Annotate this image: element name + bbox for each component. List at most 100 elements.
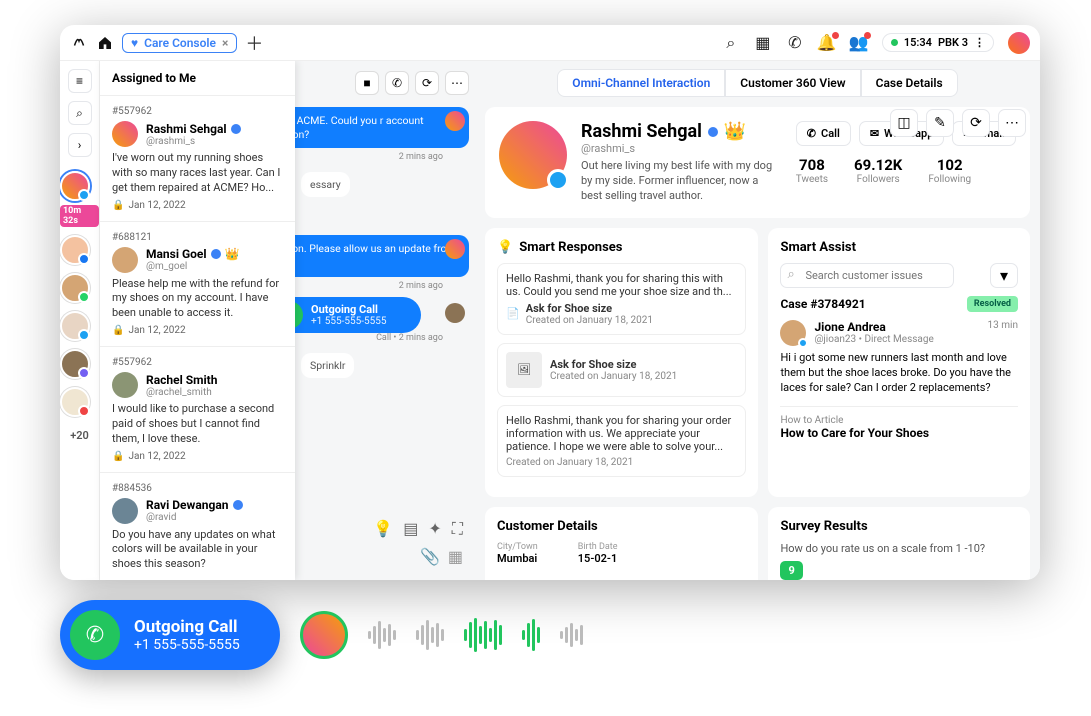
- case-id: #688121: [112, 232, 283, 243]
- timer-badge: 10m 32s: [60, 205, 99, 227]
- message-avatar: [445, 303, 465, 323]
- assigned-panel: Assigned to Me #557962 Rashmi Sehgal@ras…: [100, 61, 295, 580]
- call-pill[interactable]: ✆ Outgoing Call+1 555-555-5555: [60, 600, 280, 670]
- tab-omni[interactable]: Omni-Channel Interaction: [557, 69, 725, 97]
- waveform-icon: [560, 623, 583, 647]
- rail-avatar[interactable]: [60, 273, 90, 303]
- refresh-icon[interactable]: ⟳: [415, 71, 439, 95]
- assist-post: Jione Andrea@jioan23 • Direct Message 13…: [780, 320, 1018, 396]
- detail-tabs: Omni-Channel Interaction Customer 360 Vi…: [485, 69, 1030, 97]
- more-icon[interactable]: ⋯: [998, 109, 1026, 137]
- waveform-icon: [368, 621, 396, 649]
- message-avatar: [445, 111, 465, 131]
- phone-icon[interactable]: ✆: [786, 34, 804, 52]
- message-time: 2 mins ago: [301, 281, 443, 291]
- expand-icon[interactable]: ⛶: [452, 519, 463, 539]
- more-icon[interactable]: ⋯: [445, 71, 469, 95]
- doc-icon: 📄: [506, 307, 520, 320]
- home-icon[interactable]: [96, 34, 114, 52]
- assist-search-input[interactable]: [780, 263, 954, 288]
- smart-assist-card: Smart Assist ▾ Case #3784921 Resolved Jio…: [768, 228, 1030, 497]
- case-card[interactable]: #884536 Ravi Dewangan@ravid Do you have …: [100, 472, 295, 580]
- filter-icon[interactable]: ▾: [990, 263, 1018, 288]
- workspace-tab[interactable]: ♥ Care Console ×: [122, 33, 237, 53]
- profile-name: Rashmi Sehgal: [581, 121, 702, 142]
- verified-icon: [233, 500, 243, 510]
- smart-assist-title: Smart Assist: [780, 240, 1018, 255]
- left-rail: ≡ ⌕ › 10m 32s +20: [60, 61, 100, 580]
- case-card[interactable]: #557962 Rashmi Sehgal@rashmi_s I've worn…: [100, 95, 295, 221]
- survey-card: Survey Results How do you rate us on a s…: [768, 507, 1030, 580]
- response-item[interactable]: Hello Rashmi, thank you for sharing this…: [497, 263, 746, 335]
- status-dot-icon: [891, 39, 898, 46]
- phone-icon: ✆: [86, 623, 104, 648]
- profile-handle: @rashmi_s: [581, 142, 782, 155]
- resolved-badge: Resolved: [967, 296, 1018, 312]
- response-item[interactable]: 🖼 Ask for Shoe sizeCreated on January 18…: [497, 343, 746, 397]
- call-icon[interactable]: ✆: [385, 71, 409, 95]
- response-item[interactable]: Hello Rashmi, thank you for sharing your…: [497, 405, 746, 477]
- lock-icon: 🔒: [112, 451, 124, 462]
- smart-responses-card: 💡Smart Responses Hello Rashmi, thank you…: [485, 228, 758, 497]
- bulb-icon[interactable]: 💡: [373, 519, 393, 539]
- case-card[interactable]: #557962 Rachel Smith@rachel_smith I woul…: [100, 346, 295, 472]
- image-thumb-icon: 🖼: [506, 352, 542, 388]
- brand-icon[interactable]: ✦: [428, 519, 441, 539]
- status-pill[interactable]: 15:34 PBK 3 ⋮: [882, 33, 994, 52]
- template-icon[interactable]: ▦: [448, 547, 463, 566]
- call-button[interactable]: ✆Call: [796, 121, 851, 146]
- note-icon[interactable]: ▤: [403, 519, 418, 539]
- status-station: PBK 3: [938, 36, 968, 49]
- incoming-message: Sprinklr: [301, 353, 354, 378]
- people-icon[interactable]: 👥: [850, 34, 868, 52]
- phone-icon: ✆: [807, 127, 816, 140]
- rail-avatar[interactable]: [60, 349, 90, 379]
- heart-icon: ♥: [131, 36, 138, 50]
- rail-search-icon[interactable]: ⌕: [68, 101, 92, 125]
- more-count[interactable]: +20: [70, 429, 89, 442]
- incoming-message: essary: [301, 172, 350, 197]
- rail-avatar[interactable]: [60, 387, 90, 417]
- crown-icon: 👑: [225, 247, 240, 261]
- rail-avatar[interactable]: [60, 171, 90, 201]
- crown-icon: 👑: [724, 121, 746, 142]
- tab-label: Care Console: [144, 36, 216, 50]
- profile-avatar: [499, 121, 567, 189]
- case-card[interactable]: #688121 Mansi Goel👑@m_goel Please help m…: [100, 221, 295, 347]
- bulb-icon: 💡: [497, 240, 513, 255]
- rail-avatar[interactable]: [60, 235, 90, 265]
- tab-360[interactable]: Customer 360 View: [725, 69, 860, 97]
- layout-icon[interactable]: ◫: [890, 109, 918, 137]
- status-time: 15:34: [904, 36, 932, 49]
- case-number: Case #3784921: [780, 297, 865, 311]
- search-icon[interactable]: ⌕: [722, 34, 740, 52]
- menu-icon[interactable]: ≡: [68, 69, 92, 93]
- brand-logo-icon: [70, 32, 88, 54]
- chevron-right-icon[interactable]: ›: [68, 133, 92, 157]
- verified-icon: [708, 127, 718, 137]
- howto-link[interactable]: How to Article How to Care for Your Shoe…: [780, 406, 1018, 440]
- refresh-icon[interactable]: ⟳: [962, 109, 990, 137]
- video-icon[interactable]: ■: [355, 71, 379, 95]
- twitter-icon: [547, 169, 569, 191]
- wifi-icon: ⋮: [974, 36, 985, 49]
- assigned-title: Assigned to Me: [100, 61, 295, 95]
- case-id: #557962: [112, 357, 283, 368]
- add-tab-button[interactable]: ＋: [245, 30, 263, 56]
- current-user-avatar[interactable]: [1008, 32, 1030, 54]
- customer-details-card: Customer Details City/TownMumbai Birth D…: [485, 507, 758, 580]
- lock-icon: 🔒: [112, 325, 124, 336]
- chat-column: ■ ✆ ⟳ ⋯ ing out to ACME. Could you r acc…: [295, 61, 475, 580]
- message-time: Call • 2 mins ago: [301, 333, 443, 343]
- magic-icon[interactable]: ✎: [926, 109, 954, 137]
- rail-avatar[interactable]: [60, 311, 90, 341]
- topbar: ♥ Care Console × ＋ ⌕ ▦ ✆ 🔔 👥 15:34 PBK 3…: [60, 25, 1040, 61]
- apps-grid-icon[interactable]: ▦: [754, 34, 772, 52]
- tab-case[interactable]: Case Details: [861, 69, 958, 97]
- attachment-icon[interactable]: 📎: [420, 547, 440, 566]
- twitter-icon: [798, 338, 808, 348]
- bell-icon[interactable]: 🔔: [818, 34, 836, 52]
- lock-icon: 🔒: [112, 200, 124, 211]
- message-time: 2 mins ago: [301, 152, 443, 162]
- close-icon[interactable]: ×: [222, 36, 228, 50]
